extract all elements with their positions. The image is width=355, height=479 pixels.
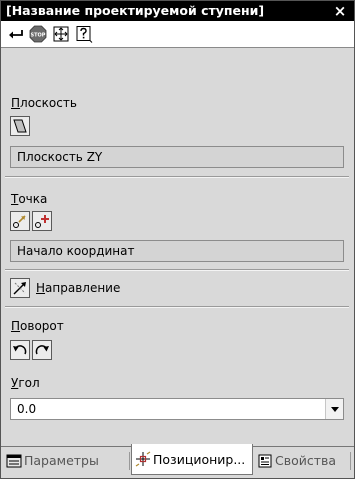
plane-label: Плоскость	[11, 96, 77, 110]
divider	[5, 306, 349, 308]
properties-panel: [Название проектируемой ступени] × STOP	[0, 0, 355, 479]
tab-divider	[129, 452, 130, 470]
tab-positioning-label: Позиционир...	[153, 452, 246, 467]
direction-button[interactable]	[10, 278, 30, 298]
svg-text:STOP: STOP	[31, 33, 46, 39]
plane-icon	[13, 119, 27, 133]
rotate-ccw-button[interactable]	[10, 340, 30, 360]
point-create-button[interactable]	[32, 211, 52, 231]
panel-title-bar: [Название проектируемой ступени] ×	[1, 1, 354, 21]
rotate-cw-icon	[35, 345, 49, 355]
tab-properties[interactable]: Свойства	[257, 448, 352, 474]
point-select-button[interactable]	[10, 211, 30, 231]
point-field[interactable]: Начало координат	[10, 240, 344, 262]
divider	[5, 176, 349, 178]
panel-toolbar: STOP	[1, 21, 354, 48]
plane-field[interactable]: Плоскость ZY	[10, 146, 344, 168]
panel-title: [Название проектируемой ступени]	[6, 3, 265, 18]
point-select-icon	[13, 215, 26, 228]
angle-label: Угол	[11, 376, 40, 390]
close-icon[interactable]: ×	[332, 3, 348, 19]
tab-parameters-label: Параметры	[24, 453, 99, 468]
angle-input[interactable]: 0.0	[10, 398, 344, 420]
help-icon[interactable]	[75, 25, 93, 43]
angle-value: 0.0	[17, 402, 37, 416]
rotate-cw-button[interactable]	[32, 340, 52, 360]
direction-label: Направление	[36, 281, 121, 295]
rotation-label: Поворот	[11, 319, 64, 333]
point-add-icon	[35, 215, 49, 228]
tab-divider	[350, 452, 351, 470]
point-label: Точка	[11, 192, 48, 206]
rotate-ccw-icon	[13, 345, 27, 355]
panel-tabs: Параметры Позиционир... Свойства	[1, 444, 354, 478]
stop-icon[interactable]: STOP	[29, 25, 47, 43]
direction-icon	[13, 282, 26, 295]
chevron-down-icon[interactable]	[325, 399, 343, 419]
properties-icon	[258, 454, 272, 468]
divider	[5, 269, 349, 271]
tab-properties-label: Свойства	[275, 453, 337, 468]
plane-select-button[interactable]	[10, 116, 30, 136]
enter-arrow-icon[interactable]	[7, 25, 25, 43]
positioning-icon	[135, 451, 151, 467]
parameters-icon	[6, 454, 22, 468]
expand-icon[interactable]	[52, 25, 70, 43]
tab-parameters[interactable]: Параметры	[6, 448, 128, 474]
tab-positioning[interactable]: Позиционир...	[131, 444, 253, 475]
